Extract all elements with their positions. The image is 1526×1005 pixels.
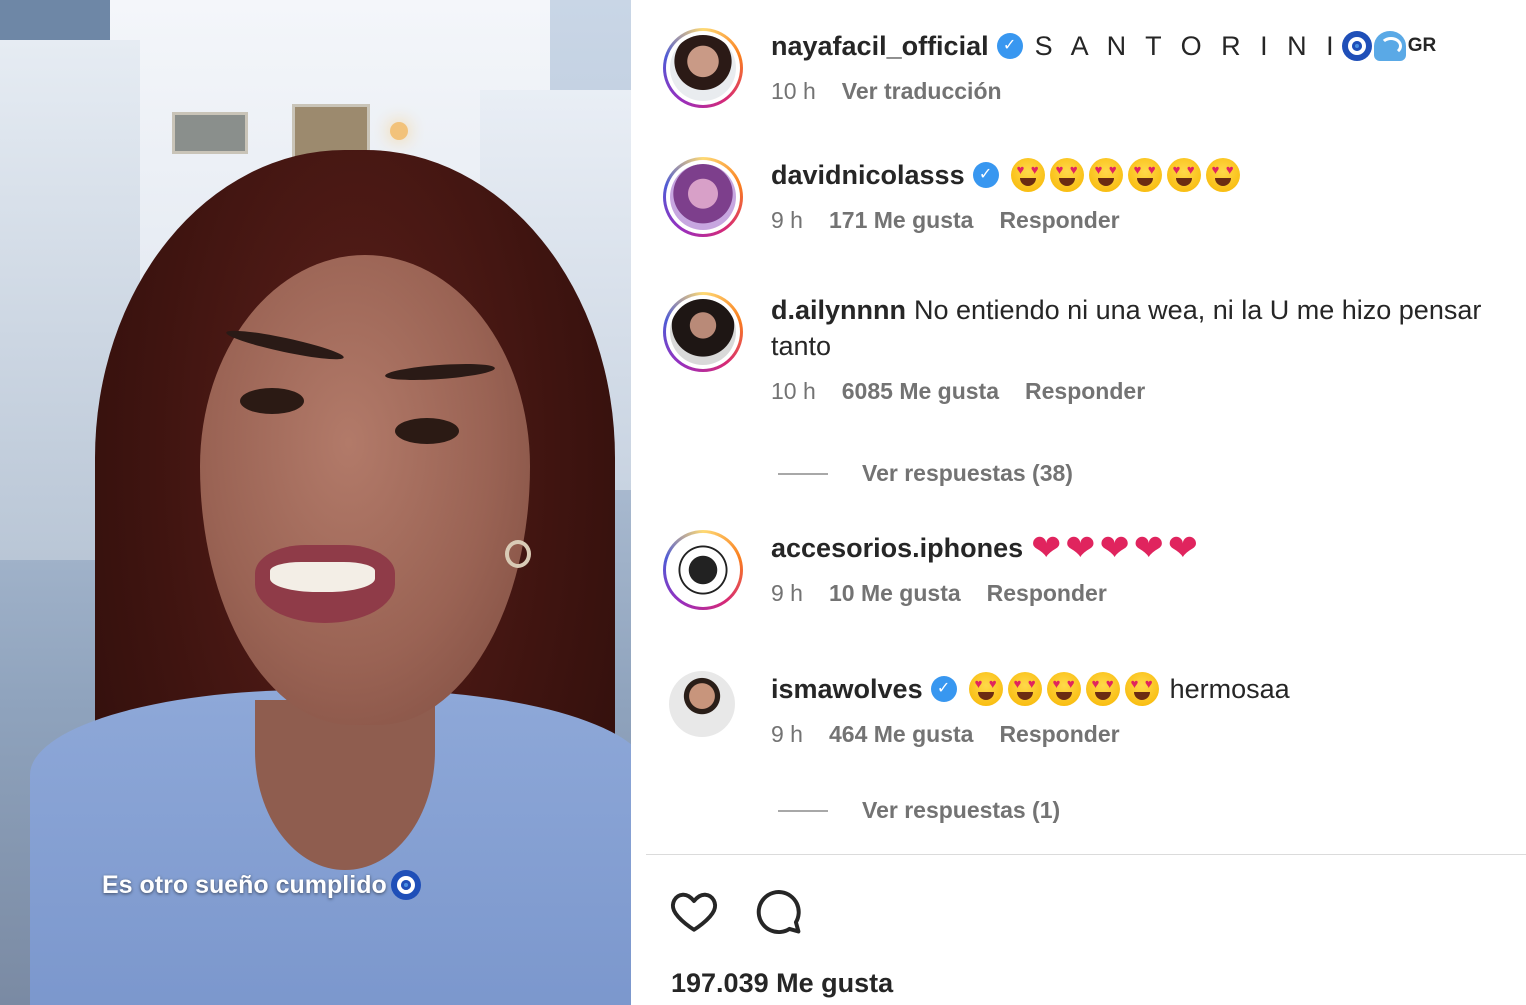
window xyxy=(172,112,248,154)
post-time[interactable]: 10 h xyxy=(771,78,816,105)
video-player[interactable]: Es otro sueño cumplido xyxy=(0,0,631,1005)
comment-time[interactable]: 9 h xyxy=(771,721,803,748)
heart-eyes-emoji-icon xyxy=(1049,158,1084,192)
red-heart-emoji-icon: ❤ xyxy=(1065,527,1096,568)
nazar-eye-icon xyxy=(390,870,421,900)
comment-likes[interactable]: 464 Me gusta xyxy=(829,721,973,748)
red-heart-emoji-icon: ❤ xyxy=(1133,527,1164,568)
comment-username[interactable]: accesorios.iphones xyxy=(771,530,1023,566)
comment-likes[interactable]: 10 Me gusta xyxy=(829,580,961,607)
red-heart-emoji-icon: ❤ xyxy=(1167,527,1198,568)
translate-link[interactable]: Ver traducción xyxy=(842,78,1002,105)
comment-likes[interactable]: 171 Me gusta xyxy=(829,207,973,234)
flag-gr-icon: GR xyxy=(1407,35,1437,56)
comment-username[interactable]: davidnicolasss xyxy=(771,157,965,193)
avatar[interactable] xyxy=(669,671,735,737)
comment-username[interactable]: d.ailynnnn xyxy=(771,295,906,325)
person-face xyxy=(200,255,530,725)
action-bar xyxy=(669,886,803,936)
section-divider xyxy=(646,854,1526,855)
eye-left xyxy=(240,388,304,414)
comment-likes[interactable]: 6085 Me gusta xyxy=(842,378,999,405)
earring xyxy=(505,540,531,568)
red-heart-emoji-icon: ❤ xyxy=(1099,527,1130,568)
verified-badge-icon: ✓ xyxy=(930,676,957,702)
heart-eyes-emoji-icon xyxy=(968,672,1003,706)
heart-eyes-emoji-icon xyxy=(1046,672,1081,706)
heart-eyes-emoji-icon xyxy=(1127,158,1162,192)
replies-divider xyxy=(778,472,828,475)
video-caption: Es otro sueño cumplido xyxy=(102,870,423,900)
verified-badge-icon: ✓ xyxy=(972,162,999,188)
reply-button[interactable]: Responder xyxy=(987,580,1107,607)
reply-button[interactable]: Responder xyxy=(1025,378,1145,405)
total-likes[interactable]: 197.039 Me gusta xyxy=(671,968,893,999)
nazar-eye-icon xyxy=(1341,31,1372,61)
heart-eyes-emoji-icon xyxy=(1166,158,1201,192)
heart-eyes-emoji-icon xyxy=(1010,158,1045,192)
red-heart-emoji-icon: ❤ xyxy=(1031,527,1062,568)
heart-eyes-emoji-icon xyxy=(1205,158,1240,192)
wave-icon xyxy=(1373,31,1406,61)
heart-eyes-emoji-icon xyxy=(1124,672,1159,706)
avatar[interactable] xyxy=(663,157,743,237)
teeth xyxy=(270,562,375,592)
eye-right xyxy=(395,418,459,444)
reply-button[interactable]: Responder xyxy=(999,721,1119,748)
heart-eyes-emoji-icon xyxy=(1007,672,1042,706)
comment-time[interactable]: 10 h xyxy=(771,378,816,405)
avatar[interactable] xyxy=(663,530,743,610)
comment-time[interactable]: 9 h xyxy=(771,207,803,234)
comments-panel: nayafacil_official ✓ S A N T O R I N I G… xyxy=(631,0,1526,1005)
avatar[interactable] xyxy=(663,28,743,108)
comment-bubble-icon[interactable] xyxy=(753,886,803,936)
comment-time[interactable]: 9 h xyxy=(771,580,803,607)
location-text: S A N T O R I N I xyxy=(1034,31,1340,61)
replies-divider xyxy=(778,809,828,812)
like-heart-icon[interactable] xyxy=(669,886,719,936)
reply-button[interactable]: Responder xyxy=(999,207,1119,234)
view-replies-label: Ver respuestas (38) xyxy=(862,460,1073,486)
heart-eyes-emoji-icon xyxy=(1085,672,1120,706)
comment-username[interactable]: ismawolves xyxy=(771,671,923,707)
view-replies-button[interactable]: Ver respuestas (38) xyxy=(778,460,1073,487)
view-replies-button[interactable]: Ver respuestas (1) xyxy=(778,797,1060,824)
wall-lamp xyxy=(390,122,408,140)
avatar[interactable] xyxy=(663,292,743,372)
heart-eyes-emoji-icon xyxy=(1088,158,1123,192)
post-username[interactable]: nayafacil_official xyxy=(771,28,989,64)
view-replies-label: Ver respuestas (1) xyxy=(862,797,1061,823)
video-caption-text: Es otro sueño cumplido xyxy=(102,870,387,899)
verified-badge-icon: ✓ xyxy=(996,33,1023,59)
comment-text: hermosaa xyxy=(1169,674,1290,704)
